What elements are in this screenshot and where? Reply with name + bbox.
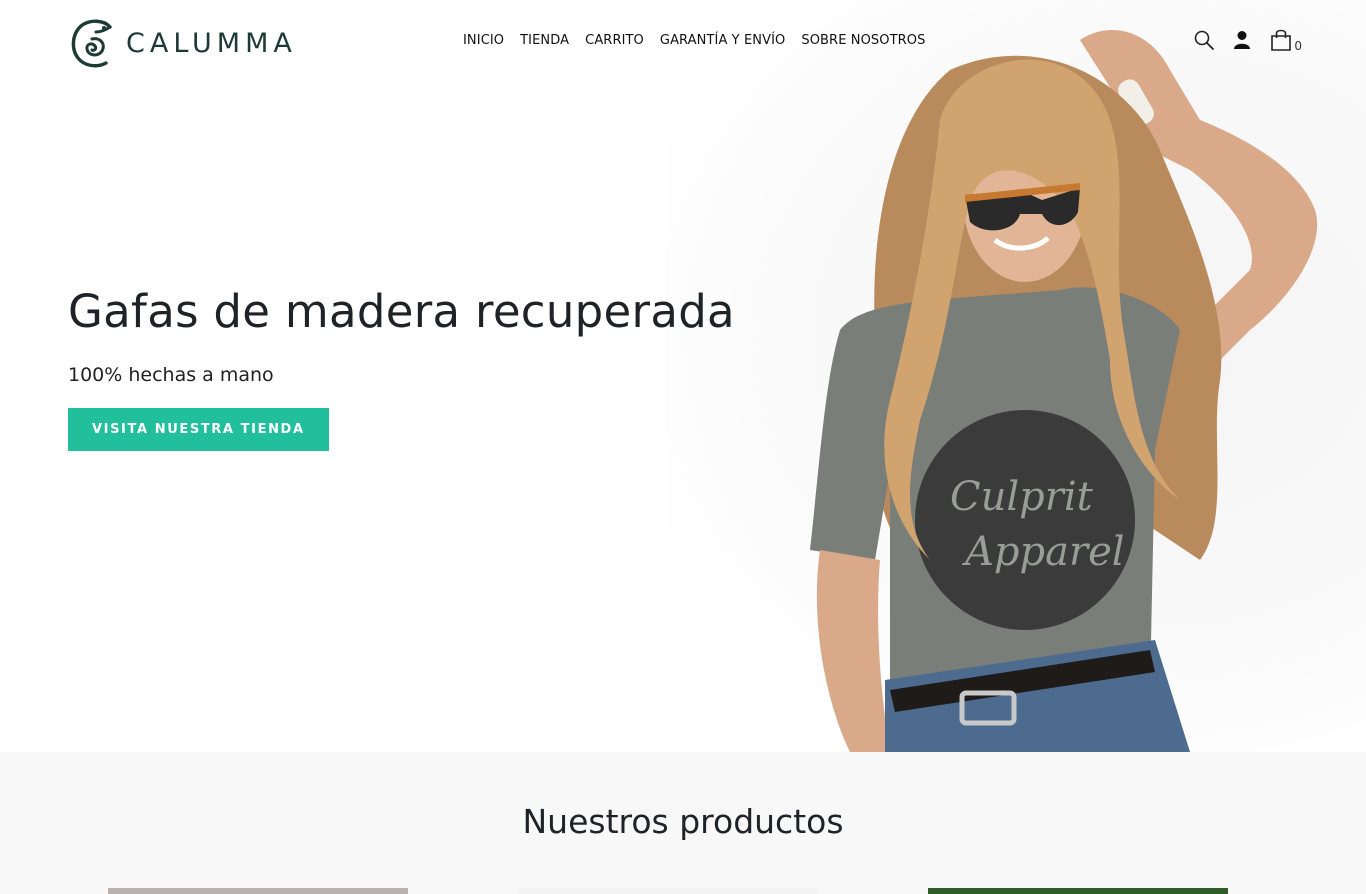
nav-sobre-nosotros[interactable]: SOBRE NOSOTROS bbox=[793, 33, 933, 48]
hero-subtitle: 100% hechas a mano bbox=[68, 364, 274, 386]
account-button[interactable] bbox=[1233, 30, 1270, 50]
header-icons: 0 bbox=[1193, 28, 1302, 52]
visit-store-button[interactable]: VISITA NUESTRA TIENDA bbox=[68, 408, 329, 451]
hero-model-image: Culprit Apparel bbox=[810, 30, 1318, 752]
product-card-image[interactable] bbox=[108, 888, 408, 894]
chameleon-logo-icon bbox=[71, 19, 112, 68]
svg-text:Apparel: Apparel bbox=[961, 529, 1125, 575]
product-card-image[interactable] bbox=[518, 888, 818, 894]
shopping-bag-icon bbox=[1271, 29, 1292, 51]
product-card-image[interactable] bbox=[928, 888, 1228, 894]
nav-garantia-envio[interactable]: GARANTÍA Y ENVÍO bbox=[652, 33, 793, 48]
brand-logo[interactable]: CALUMMA bbox=[70, 17, 297, 69]
main-nav: INICIO TIENDA CARRITO GARANTÍA Y ENVÍO S… bbox=[455, 33, 933, 48]
site-header: CALUMMA INICIO TIENDA CARRITO GARANTÍA Y… bbox=[0, 0, 1366, 85]
hero-title: Gafas de madera recuperada bbox=[68, 285, 735, 338]
hero-section: Culprit Apparel Gafas de madera recupera… bbox=[0, 0, 1366, 752]
nav-tienda[interactable]: TIENDA bbox=[512, 33, 577, 48]
nav-inicio[interactable]: INICIO bbox=[455, 33, 512, 48]
cart-button[interactable]: 0 bbox=[1270, 28, 1302, 52]
user-icon bbox=[1234, 31, 1251, 49]
shirt-print-text: Culprit bbox=[950, 474, 1094, 520]
brand-name: CALUMMA bbox=[126, 27, 297, 59]
cart-count-badge: 0 bbox=[1294, 39, 1302, 53]
search-icon bbox=[1195, 30, 1215, 50]
hero-copy: Gafas de madera recuperada 100% hechas a… bbox=[68, 285, 735, 451]
products-title: Nuestros productos bbox=[522, 802, 844, 841]
search-button[interactable] bbox=[1193, 29, 1233, 51]
products-section: Nuestros productos bbox=[0, 752, 1366, 894]
nav-carrito[interactable]: CARRITO bbox=[577, 33, 652, 48]
